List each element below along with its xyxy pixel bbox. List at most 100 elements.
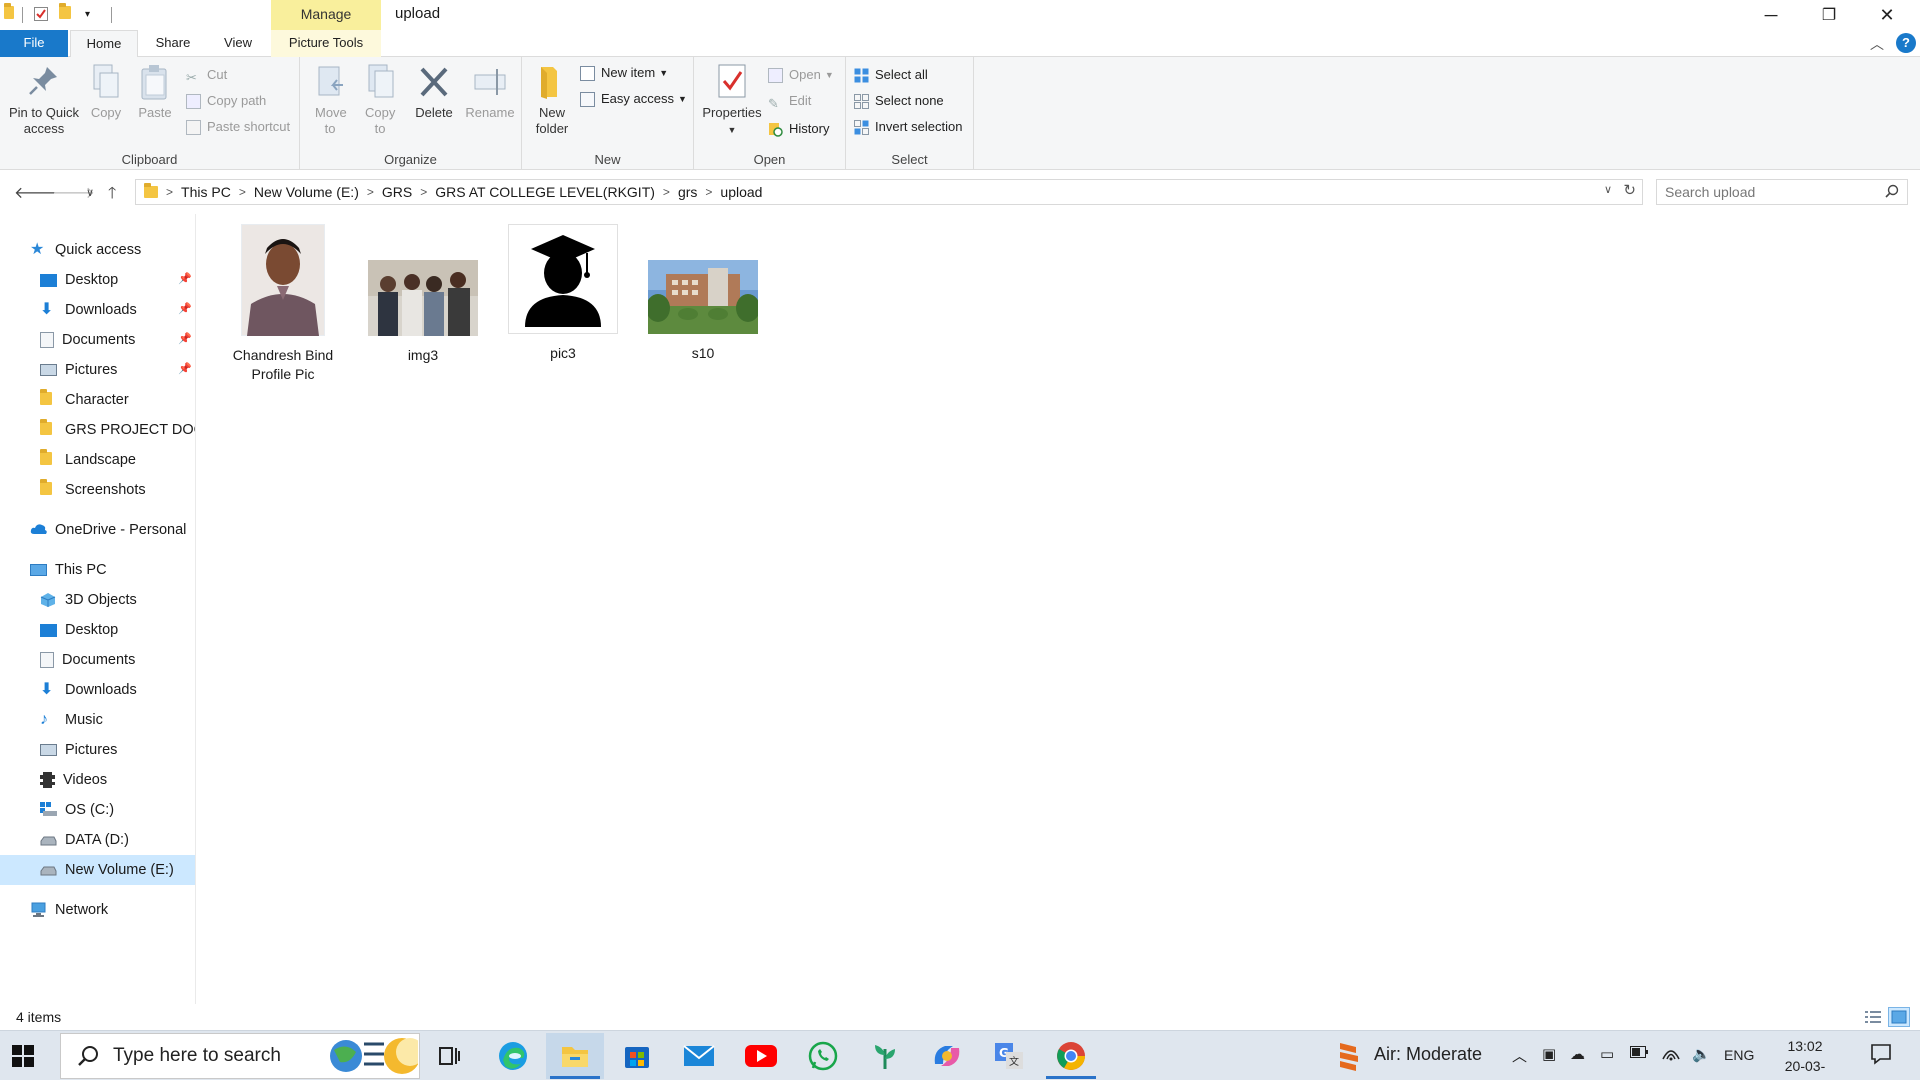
translate-icon[interactable]: G文 — [980, 1033, 1038, 1079]
details-view-icon[interactable] — [1862, 1007, 1884, 1027]
copy-to-button[interactable]: Copy to — [358, 63, 402, 137]
language-indicator[interactable]: ENG — [1724, 1047, 1754, 1063]
youtube-icon[interactable] — [732, 1033, 790, 1079]
nav-qa-character[interactable]: Character — [0, 385, 195, 415]
nav-pc-data-d[interactable]: DATA (D:) — [0, 825, 195, 855]
easy-access-button[interactable]: Easy access ▼ — [580, 89, 687, 109]
select-none-button[interactable]: Select none — [854, 91, 944, 111]
tab-picture-tools[interactable]: Picture Tools — [271, 30, 381, 57]
nav-pc-documents[interactable]: Documents — [0, 645, 195, 675]
search-input[interactable]: Search upload — [1656, 179, 1908, 205]
tab-view[interactable]: View — [210, 30, 266, 57]
maximize-button[interactable]: ❐ — [1800, 0, 1858, 30]
new-item-button[interactable]: New item ▼ — [580, 63, 668, 83]
open-button[interactable]: Open ▼ — [768, 65, 834, 85]
edit-button[interactable]: ✎ Edit — [768, 91, 811, 111]
breadcrumb-this-pc[interactable]: This PC — [181, 184, 231, 200]
wifi-icon[interactable] — [1662, 1045, 1680, 1065]
cut-button[interactable]: ✂ Cut — [186, 65, 227, 85]
pin-icon[interactable]: 📌 — [178, 302, 192, 315]
show-hidden-icons-chevron-icon[interactable]: ︿ — [1512, 1045, 1527, 1066]
nav-qa-grs-project[interactable]: GRS PROJECT DOCU — [0, 415, 195, 445]
file-explorer-icon[interactable] — [546, 1033, 604, 1079]
breadcrumb-grs-lower[interactable]: grs — [678, 184, 697, 200]
nav-qa-screenshots[interactable]: Screenshots — [0, 475, 195, 505]
plant-app-icon[interactable] — [856, 1033, 914, 1079]
copy-path-button[interactable]: Copy path — [186, 91, 266, 111]
search-highlight-icon[interactable] — [320, 1033, 420, 1079]
nav-pc-videos[interactable]: Videos — [0, 765, 195, 795]
notification-center-icon[interactable] — [1870, 1043, 1892, 1069]
file-item[interactable]: s10 — [633, 224, 773, 363]
properties-check-icon[interactable] — [33, 6, 51, 24]
mail-icon[interactable] — [670, 1033, 728, 1079]
tab-share[interactable]: Share — [145, 30, 201, 57]
nav-onedrive[interactable]: OneDrive - Personal — [0, 515, 195, 545]
large-icons-view-icon[interactable] — [1888, 1007, 1910, 1027]
breadcrumb-upload[interactable]: upload — [720, 184, 762, 200]
pin-icon[interactable]: 📌 — [178, 272, 192, 285]
nav-pc-music[interactable]: ♪ Music — [0, 705, 195, 735]
nav-qa-downloads[interactable]: ⬇ Downloads 📌 — [0, 295, 195, 325]
copy-button[interactable]: Copy — [86, 63, 126, 121]
nav-network[interactable]: Network — [0, 895, 195, 925]
nav-qa-landscape[interactable]: Landscape — [0, 445, 195, 475]
delete-button[interactable]: Delete — [412, 63, 456, 121]
breadcrumb-separator-icon[interactable]: > — [663, 185, 670, 199]
move-to-button[interactable]: Move to — [308, 63, 352, 137]
up-arrow-icon[interactable]: 🡑 — [108, 182, 116, 209]
breadcrumb-separator-icon[interactable]: > — [705, 185, 712, 199]
nav-pc-pictures[interactable]: Pictures — [0, 735, 195, 765]
paste-shortcut-button[interactable]: Paste shortcut — [186, 117, 290, 137]
breadcrumb-separator-icon[interactable]: > — [420, 185, 427, 199]
address-dropdown-chevron-icon[interactable]: ∨ — [1604, 183, 1612, 196]
new-folder-icon[interactable] — [59, 3, 77, 24]
tab-home[interactable]: Home — [70, 30, 138, 58]
breadcrumb-new-volume[interactable]: New Volume (E:) — [254, 184, 359, 200]
nav-qa-pictures[interactable]: Pictures 📌 — [0, 355, 195, 385]
weather-label[interactable]: Air: Moderate — [1374, 1044, 1482, 1065]
nav-quick-access[interactable]: ★ Quick access — [0, 235, 195, 265]
clock[interactable]: 13:02 20-03-2024 — [1770, 1036, 1840, 1080]
edge-browser-icon[interactable] — [484, 1033, 542, 1079]
back-arrow-icon[interactable]: 🡐 — [14, 182, 57, 203]
manage-contextual-tab[interactable]: Manage — [271, 0, 381, 30]
onedrive-cloud-icon[interactable]: ☁ — [1570, 1045, 1585, 1063]
paste-button[interactable]: Paste — [134, 63, 176, 121]
nav-pc-downloads[interactable]: ⬇ Downloads — [0, 675, 195, 705]
file-item[interactable]: Chandresh Bind Profile Pic — [213, 224, 353, 384]
nav-qa-desktop[interactable]: Desktop 📌 — [0, 265, 195, 295]
address-bar[interactable]: > This PC > New Volume (E:) > GRS > GRS … — [135, 179, 1643, 205]
properties-button[interactable]: Properties ▼ — [698, 63, 766, 138]
whatsapp-icon[interactable] — [794, 1033, 852, 1079]
collapse-ribbon-icon[interactable]: ︿ — [1870, 34, 1884, 54]
pin-icon[interactable]: 📌 — [178, 362, 192, 375]
new-folder-button[interactable]: New folder — [530, 63, 574, 137]
pin-icon[interactable]: 📌 — [178, 332, 192, 345]
speaker-volume-icon[interactable]: 🔈 — [1692, 1045, 1711, 1063]
invert-selection-button[interactable]: Invert selection — [854, 117, 962, 137]
microsoft-store-icon[interactable] — [608, 1033, 666, 1079]
meet-camera-icon[interactable]: ▣ — [1542, 1045, 1556, 1063]
nav-pc-new-volume-e[interactable]: New Volume (E:) — [0, 855, 195, 885]
nav-pc-3d-objects[interactable]: 3D Objects — [0, 585, 195, 615]
help-icon[interactable]: ? — [1896, 33, 1916, 53]
minimize-button[interactable]: ─ — [1742, 0, 1800, 30]
copilot-icon[interactable] — [918, 1033, 976, 1079]
nav-this-pc[interactable]: This PC — [0, 555, 195, 585]
tab-file[interactable]: File — [0, 30, 68, 57]
breadcrumb-separator-icon[interactable]: > — [239, 185, 246, 199]
customize-qat-chevron-icon[interactable]: ▾ — [85, 6, 103, 24]
breadcrumb-grs-college[interactable]: GRS AT COLLEGE LEVEL(RKGIT) — [435, 184, 655, 200]
file-item[interactable]: pic3 — [493, 224, 633, 363]
battery-icon[interactable] — [1630, 1045, 1648, 1062]
task-view-icon[interactable] — [420, 1033, 478, 1079]
refresh-icon[interactable]: ↻ — [1623, 181, 1636, 199]
windows-start-icon[interactable] — [12, 1045, 34, 1067]
pin-quick-access-button[interactable]: Pin to Quick access — [4, 63, 84, 137]
history-button[interactable]: History — [768, 119, 829, 139]
nav-qa-documents[interactable]: Documents 📌 — [0, 325, 195, 355]
breadcrumb-separator-icon[interactable]: > — [367, 185, 374, 199]
rename-button[interactable]: Rename — [464, 63, 516, 121]
weather-air-quality-icon[interactable] — [1336, 1041, 1362, 1075]
